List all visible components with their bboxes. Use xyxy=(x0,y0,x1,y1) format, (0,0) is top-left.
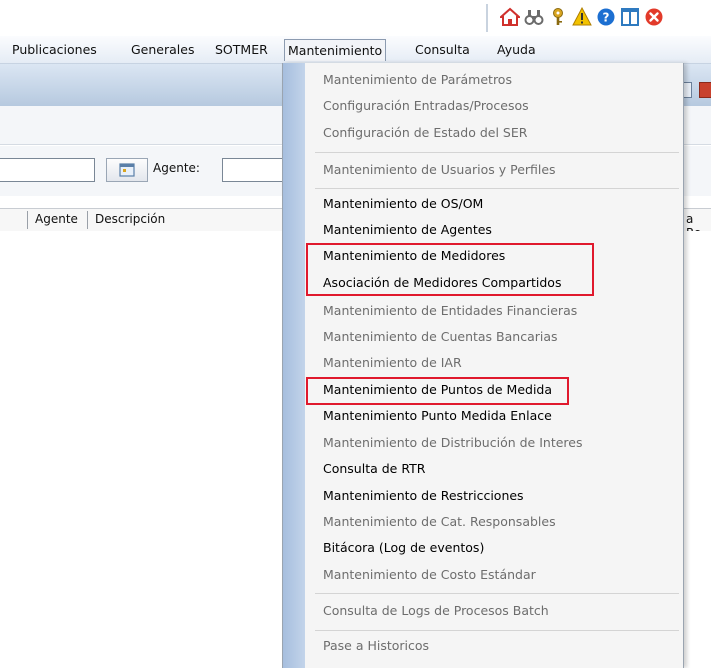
menu-item-bitacora[interactable]: Bitácora (Log de eventos) xyxy=(323,538,484,558)
menu-item-logs-procesos-batch: Consulta de Logs de Procesos Batch xyxy=(323,603,549,618)
menu-item-entidades-financieras: Mantenimiento de Entidades Financieras xyxy=(323,303,578,318)
column-divider xyxy=(27,211,28,229)
filter-input[interactable] xyxy=(0,158,95,182)
highlight-box-medidores xyxy=(306,243,594,296)
menu-consulta[interactable]: Consulta xyxy=(412,40,473,59)
menu-item-restricciones[interactable]: Mantenimiento de Restricciones xyxy=(323,486,524,506)
menu-separator xyxy=(315,152,679,153)
help-icon[interactable]: ? xyxy=(596,7,616,27)
lookup-button[interactable] xyxy=(106,158,148,182)
column-divider xyxy=(87,211,88,229)
columns-icon[interactable] xyxy=(620,7,640,27)
menu-publicaciones[interactable]: Publicaciones xyxy=(9,40,100,59)
menu-bar: Publicaciones Generales SOTMER Mantenimi… xyxy=(0,36,711,64)
menu-item-usuarios-perfiles: Mantenimiento de Usuarios y Perfiles xyxy=(323,162,556,177)
menu-item-consulta-rtr[interactable]: Consulta de RTR xyxy=(323,459,425,479)
column-descripcion[interactable]: Descripción xyxy=(95,212,165,226)
menu-item-cuentas-bancarias: Mantenimiento de Cuentas Bancarias xyxy=(323,329,558,344)
menu-icon-rail xyxy=(283,63,305,668)
menu-separator xyxy=(315,630,679,631)
column-agente[interactable]: Agente xyxy=(35,212,78,226)
close-icon[interactable] xyxy=(644,7,664,27)
menu-item-parametros: Mantenimiento de Parámetros xyxy=(323,72,512,87)
warning-icon[interactable] xyxy=(572,7,592,27)
menu-item-config-estado-ser: Configuración de Estado del SER xyxy=(323,125,528,140)
menu-mantenimiento[interactable]: Mantenimiento xyxy=(284,39,387,61)
key-icon[interactable] xyxy=(548,7,568,27)
calendar-icon xyxy=(119,163,135,177)
home-icon[interactable] xyxy=(500,7,520,27)
window-close-button[interactable] xyxy=(699,82,711,98)
highlight-box-puntos-medida xyxy=(306,377,569,405)
menu-item-pase-historicos: Pase a Historicos xyxy=(323,638,430,653)
menu-ayuda[interactable]: Ayuda xyxy=(494,40,539,59)
menu-item-distribucion-interes: Mantenimiento de Distribución de Interes xyxy=(323,435,583,450)
menu-item-agentes[interactable]: Mantenimiento de Agentes xyxy=(323,220,492,240)
menu-separator xyxy=(315,188,679,189)
svg-text:?: ? xyxy=(603,11,610,25)
menu-item-iar: Mantenimiento de IAR xyxy=(323,355,462,370)
menu-generales[interactable]: Generales xyxy=(128,40,197,59)
menu-separator xyxy=(315,593,679,594)
menu-item-costo-estandar: Mantenimiento de Costo Estándar xyxy=(323,567,536,582)
binoculars-icon[interactable] xyxy=(524,7,544,27)
agente-label: Agente: xyxy=(153,161,200,175)
menu-sotmer[interactable]: SOTMER xyxy=(212,40,271,59)
menu-item-config-entradas: Configuración Entradas/Procesos xyxy=(323,98,529,113)
mantenimiento-dropdown: Mantenimiento de Parámetros Configuració… xyxy=(282,63,684,668)
toolbar-separator xyxy=(486,4,488,32)
menu-item-cat-responsables: Mantenimiento de Cat. Responsables xyxy=(323,514,556,529)
menu-item-os-om[interactable]: Mantenimiento de OS/OM xyxy=(323,194,483,214)
menu-item-punto-medida-enlace[interactable]: Mantenimiento Punto Medida Enlace xyxy=(323,406,552,426)
